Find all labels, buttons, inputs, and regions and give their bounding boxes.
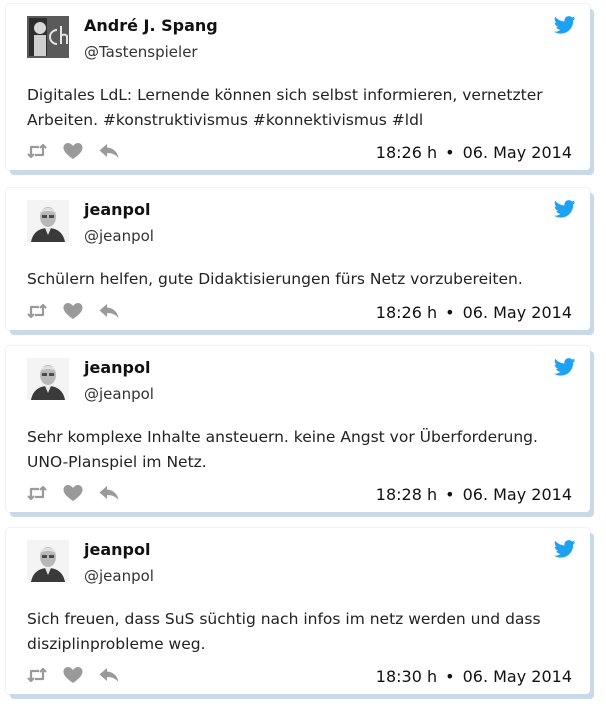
tweet-card[interactable]: André J. Spang @Tastenspieler Digitales … bbox=[6, 4, 590, 170]
meta-separator: • bbox=[445, 667, 455, 686]
author-name[interactable]: André J. Spang bbox=[84, 16, 218, 35]
tweet-text: Sehr komplexe Inhalte ansteuern. keine A… bbox=[27, 428, 538, 471]
tweet-timestamp[interactable]: 18:26 h • 06. May 2014 bbox=[376, 303, 572, 322]
tweet-text: Sich freuen, dass SuS süchtig nach infos… bbox=[27, 610, 541, 653]
tweet-card[interactable]: jeanpol @jeanpol Schülern helfen, gute D… bbox=[6, 188, 590, 330]
like-heart-icon[interactable] bbox=[62, 666, 84, 684]
author-handle[interactable]: @jeanpol bbox=[84, 227, 154, 245]
retweet-icon[interactable] bbox=[26, 142, 48, 160]
retweet-icon[interactable] bbox=[26, 666, 48, 684]
author-name[interactable]: jeanpol bbox=[84, 540, 150, 559]
logo-avatar-icon bbox=[27, 16, 69, 58]
tweet-date: 06. May 2014 bbox=[462, 303, 572, 322]
meta-separator: • bbox=[445, 143, 455, 162]
tweet-time: 18:28 h bbox=[375, 485, 438, 504]
tweet-date: 06. May 2014 bbox=[462, 143, 572, 162]
meta-separator: • bbox=[445, 303, 455, 322]
author-name[interactable]: jeanpol bbox=[84, 358, 150, 377]
author-name[interactable]: jeanpol bbox=[84, 200, 150, 219]
person-avatar-icon bbox=[27, 200, 69, 242]
tweet-timestamp[interactable]: 18:26 h • 06. May 2014 bbox=[376, 143, 572, 162]
retweet-icon[interactable] bbox=[26, 302, 48, 320]
tweet-card[interactable]: jeanpol @jeanpol Sehr komplexe Inhalte a… bbox=[6, 346, 590, 512]
avatar[interactable] bbox=[27, 358, 69, 400]
retweet-icon[interactable] bbox=[26, 484, 48, 502]
tweet-feed: André J. Spang @Tastenspieler Digitales … bbox=[0, 0, 606, 714]
twitter-bird-icon[interactable] bbox=[554, 358, 576, 376]
tweet-timestamp[interactable]: 18:30 h • 06. May 2014 bbox=[376, 667, 572, 686]
reply-icon[interactable] bbox=[98, 484, 120, 502]
tweet-actions bbox=[26, 302, 120, 320]
tweet-timestamp[interactable]: 18:28 h • 06. May 2014 bbox=[376, 485, 572, 504]
tweet-date: 06. May 2014 bbox=[462, 667, 572, 686]
like-heart-icon[interactable] bbox=[62, 142, 84, 160]
avatar[interactable] bbox=[27, 16, 69, 58]
tweet-text: Schülern helfen, gute Didaktisierungen f… bbox=[27, 270, 523, 288]
tweet-date: 06. May 2014 bbox=[462, 485, 572, 504]
like-heart-icon[interactable] bbox=[62, 484, 84, 502]
reply-icon[interactable] bbox=[98, 302, 120, 320]
like-heart-icon[interactable] bbox=[62, 302, 84, 320]
reply-icon[interactable] bbox=[98, 666, 120, 684]
tweet-time: 18:30 h bbox=[375, 667, 438, 686]
tweet-actions bbox=[26, 666, 120, 684]
tweet-card[interactable]: jeanpol @jeanpol Sich freuen, dass SuS s… bbox=[6, 528, 590, 694]
author-handle[interactable]: @jeanpol bbox=[84, 385, 154, 403]
meta-separator: • bbox=[445, 485, 455, 504]
avatar[interactable] bbox=[27, 200, 69, 242]
tweet-time: 18:26 h bbox=[375, 303, 438, 322]
author-handle[interactable]: @jeanpol bbox=[84, 567, 154, 585]
reply-icon[interactable] bbox=[98, 142, 120, 160]
tweet-actions bbox=[26, 142, 120, 160]
tweet-time: 18:26 h bbox=[375, 143, 438, 162]
person-avatar-icon bbox=[27, 540, 69, 582]
avatar[interactable] bbox=[27, 540, 69, 582]
twitter-bird-icon[interactable] bbox=[554, 16, 576, 34]
twitter-bird-icon[interactable] bbox=[554, 200, 576, 218]
person-avatar-icon bbox=[27, 358, 69, 400]
twitter-bird-icon[interactable] bbox=[554, 540, 576, 558]
tweet-actions bbox=[26, 484, 120, 502]
tweet-text: Digitales LdL: Lernende können sich selb… bbox=[27, 86, 543, 129]
author-handle[interactable]: @Tastenspieler bbox=[84, 43, 198, 61]
